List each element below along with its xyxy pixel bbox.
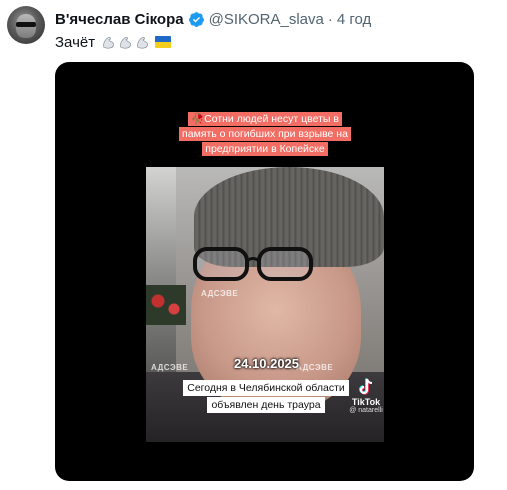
tweet-header: В'ячеслав Сікора @SIKORA_slava · 4 год	[55, 9, 371, 29]
author-handle[interactable]: @SIKORA_slava	[209, 11, 324, 28]
tiktok-watermark: TikTok @ natarelli	[346, 378, 386, 420]
avatar[interactable]	[7, 6, 45, 44]
headline-line: память о погибших при взрыве на	[179, 127, 351, 141]
tweet-text-body: Зачёт	[55, 33, 96, 51]
watermark-text: АДСЭВЕ	[151, 363, 189, 372]
video-caption: Сегодня в Челябинской области объявлен д…	[172, 380, 360, 413]
video-date: 24.10.2025	[233, 356, 300, 371]
avatar-sunglasses	[16, 22, 36, 27]
caption-line: объявлен день траура	[207, 397, 325, 413]
headline-line: предприятии в Копейске	[202, 142, 328, 156]
separator-dot: ·	[327, 10, 333, 28]
author-name[interactable]: В'ячеслав Сікора	[55, 11, 184, 28]
watermark-text: АДСЭВЕ	[201, 289, 239, 298]
verified-badge-icon	[188, 11, 204, 27]
emoji-group	[101, 35, 172, 50]
tiktok-username: @ natarelli	[349, 407, 383, 414]
flexed-biceps-emoji-icon	[103, 36, 114, 49]
flexed-biceps-emoji-icon	[120, 36, 131, 49]
glasses-image	[193, 247, 313, 281]
tiktok-label: TikTok	[351, 397, 381, 407]
flowers-image	[146, 285, 186, 325]
flexed-biceps-emoji-icon	[137, 36, 148, 49]
video-media[interactable]: АДСЭВЕ АДСЭВЕ АДСЭВЕ 🥀Сотни людей несут …	[55, 62, 474, 481]
video-headline: 🥀Сотни людей несут цветы в память о поги…	[167, 112, 363, 156]
tweet-text: Зачёт	[55, 32, 172, 52]
tiktok-logo-icon	[359, 378, 373, 395]
caption-line: Сегодня в Челябинской области	[183, 380, 349, 396]
timestamp[interactable]: 4 год	[337, 11, 371, 28]
ukraine-flag-icon	[155, 36, 172, 48]
headline-line: 🥀Сотни людей несут цветы в	[188, 112, 342, 126]
